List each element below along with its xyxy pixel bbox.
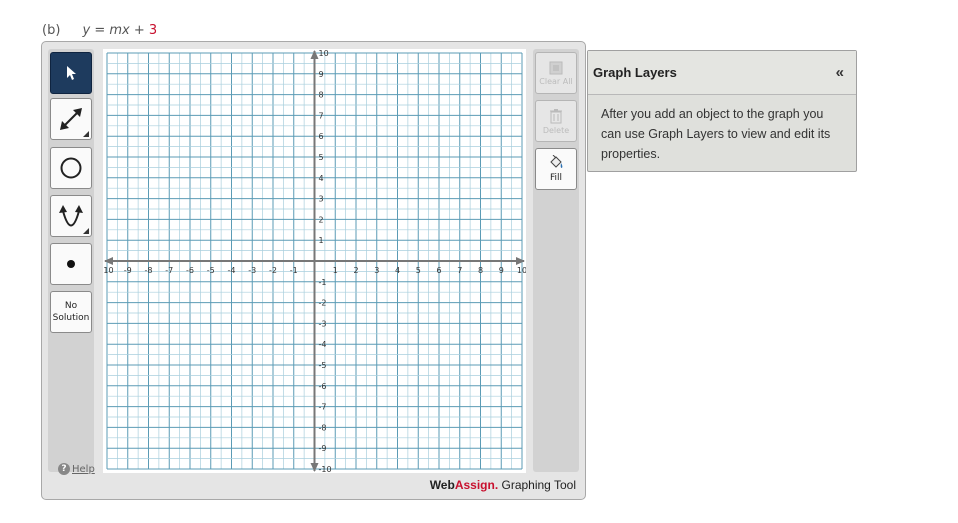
x-tick-label: -5 <box>207 266 215 275</box>
brand-web: Web <box>429 478 455 492</box>
layers-description: After you add an object to the graph you… <box>601 107 831 161</box>
submenu-indicator-icon <box>83 228 89 234</box>
y-tick-label: -10 <box>319 465 332 473</box>
y-tick-label: 6 <box>319 132 324 141</box>
brand-footer: WebAssign. Graphing Tool <box>430 478 576 492</box>
x-tick-label: 8 <box>478 266 483 275</box>
y-tick-label: -2 <box>319 299 327 308</box>
x-tick-label: 10 <box>517 266 526 275</box>
coordinate-grid[interactable]: -10 -9 -8 -7 -6 -5 -4 -3 -2 -1 1 2 3 4 5 6 7 8 9 10 10 9 8 7 6 5 4… <box>100 49 527 474</box>
fill-label: Fill <box>549 173 563 183</box>
x-tick-label: -7 <box>165 266 173 275</box>
brand-tool: Graphing Tool <box>498 478 576 492</box>
point-icon <box>67 260 75 268</box>
clear-icon <box>549 61 563 74</box>
no-solution-line1: No <box>64 301 78 311</box>
x-tick-label: 9 <box>499 266 504 275</box>
parabola-tool-button[interactable] <box>50 195 92 237</box>
layers-title: Graph Layers <box>593 65 677 80</box>
x-tick-label: 5 <box>416 266 421 275</box>
fill-button[interactable]: Fill <box>535 148 577 190</box>
circle-icon <box>60 157 82 179</box>
equation: y = mx + 3 <box>83 23 158 38</box>
y-tick-label: 9 <box>319 70 324 79</box>
equation-constant: 3 <box>148 23 158 38</box>
x-tick-label: 6 <box>436 266 441 275</box>
delete-label: Delete <box>542 125 570 135</box>
graph-canvas[interactable]: -10 -9 -8 -7 -6 -5 -4 -3 -2 -1 1 2 3 4 5 6 7 8 9 10 10 9 8 7 6 5 4… <box>100 49 527 474</box>
y-tick-label: 5 <box>319 153 324 162</box>
x-axis-arrow-right-icon <box>516 257 525 265</box>
collapse-icon[interactable]: « <box>836 64 844 81</box>
x-tick-label: -8 <box>145 266 153 275</box>
x-tick-label: -2 <box>269 266 277 275</box>
y-tick-label: -1 <box>319 278 327 287</box>
y-tick-label: 3 <box>319 195 324 204</box>
x-tick-label: -4 <box>228 266 236 275</box>
y-tick-label: -8 <box>319 423 327 432</box>
pointer-tool-button[interactable] <box>50 52 92 94</box>
help-link[interactable]: ? Help <box>58 463 95 475</box>
x-tick-label: -9 <box>124 266 132 275</box>
help-icon: ? <box>58 463 70 475</box>
no-solution-line2: Solution <box>52 313 90 323</box>
x-tick-label: 3 <box>374 266 379 275</box>
problem-statement: (b) y = mx + 3 <box>42 23 157 38</box>
y-axis-arrow-up-icon <box>310 50 319 59</box>
no-solution-button[interactable]: No Solution <box>50 291 92 333</box>
x-axis-arrow-left-icon <box>104 257 113 265</box>
paint-bucket-icon <box>550 155 563 168</box>
equation-main: y = mx + <box>82 23 145 38</box>
part-label: (b) <box>42 23 61 38</box>
y-tick-label: 7 <box>319 111 324 120</box>
circle-tool-button[interactable] <box>50 147 92 189</box>
point-tool-button[interactable] <box>50 243 92 285</box>
y-tick-label: 2 <box>319 215 324 224</box>
graphing-tool: No Solution ? Help -10-9-8-7-6-5-4-3-2-1… <box>41 41 586 500</box>
y-tick-label: -4 <box>319 340 327 349</box>
x-tick-label: -6 <box>186 266 194 275</box>
trash-icon <box>550 108 562 123</box>
y-tick-label: -7 <box>319 403 327 412</box>
y-tick-label: 4 <box>319 174 324 183</box>
tool-palette: No Solution ? Help <box>48 49 95 475</box>
parabola-icon <box>59 205 83 227</box>
x-tick-label: 1 <box>333 266 338 275</box>
graph-layers-panel: Graph Layers « After you add an object t… <box>587 50 857 172</box>
action-palette: Clear All Delete Fill <box>533 49 579 472</box>
help-label: Help <box>72 463 95 475</box>
y-tick-label: 8 <box>319 91 324 100</box>
y-tick-label: -6 <box>319 382 327 391</box>
y-tick-label: 1 <box>319 236 324 245</box>
y-tick-label: -9 <box>319 444 327 453</box>
brand-assign: Assign. <box>454 478 499 492</box>
y-tick-label: 10 <box>319 49 329 58</box>
layers-header[interactable]: Graph Layers « <box>588 51 856 95</box>
x-tick-label: -10 <box>103 266 114 275</box>
y-tick-label: -5 <box>319 361 327 370</box>
clear-all-label: Clear All <box>539 76 573 86</box>
clear-all-button[interactable]: Clear All <box>535 52 577 94</box>
line-tool-button[interactable] <box>50 98 92 140</box>
submenu-indicator-icon <box>83 131 89 137</box>
double-arrow-line-icon <box>60 108 82 130</box>
x-tick-label: 7 <box>457 266 462 275</box>
x-tick-label: 4 <box>395 266 400 275</box>
x-tick-label: 2 <box>353 266 358 275</box>
x-tick-label: -1 <box>290 266 298 275</box>
y-axis-arrow-down-icon <box>310 463 319 472</box>
x-tick-label: -3 <box>248 266 256 275</box>
arrow-pointer-icon <box>67 66 76 80</box>
y-tick-label: -3 <box>319 319 327 328</box>
delete-button[interactable]: Delete <box>535 100 577 142</box>
